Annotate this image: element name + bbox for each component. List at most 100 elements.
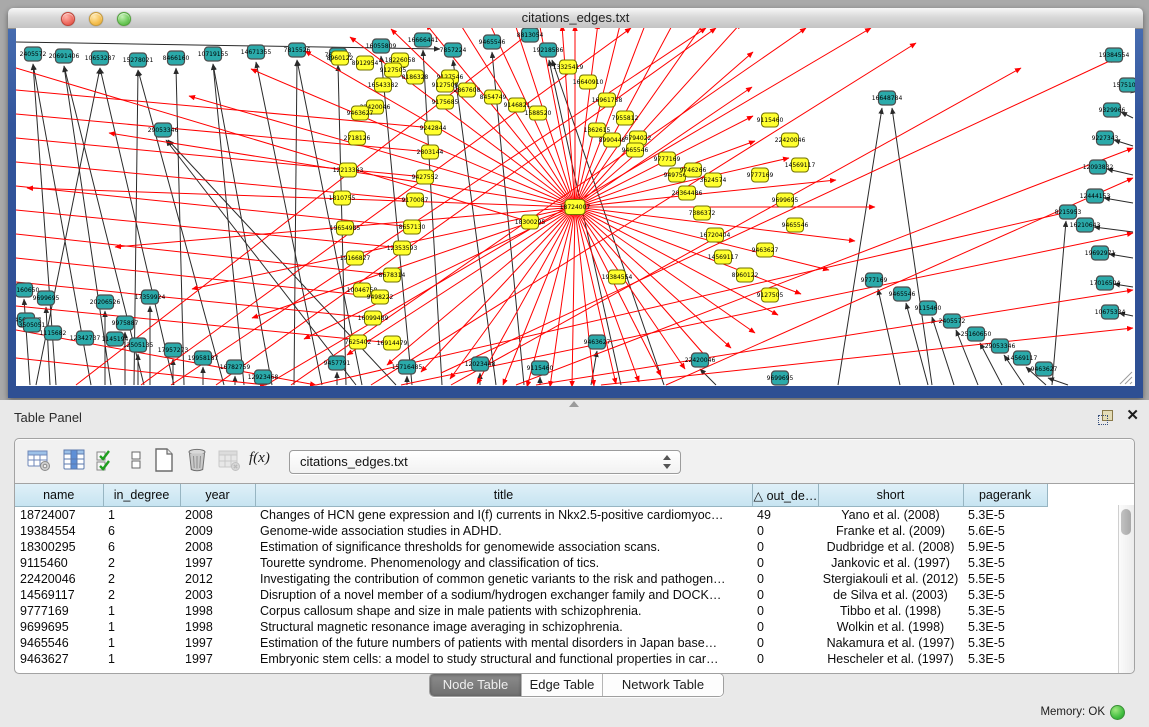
graph-node[interactable]: 16099489 [358,311,389,325]
tab-network-table[interactable]: Network Table [603,674,723,696]
graph-node[interactable]: 19384554 [602,270,633,284]
column-header-name[interactable]: name [15,484,103,507]
table-row[interactable]: 946554611997Estimation of the future num… [15,635,1119,651]
table-row[interactable]: 1872400712008Changes of HCN gene express… [15,507,1119,524]
table-cell[interactable]: 18300295 [15,539,103,555]
graph-node[interactable]: 2718126 [344,131,371,145]
table-cell[interactable]: Estimation of the future numbers of pati… [255,635,752,651]
table-cell[interactable]: Changes of HCN gene expression and I(f) … [255,507,752,524]
graph-node[interactable]: 9777169 [747,168,774,182]
table-cell[interactable]: Jankovic et al. (1997) [818,555,963,571]
graph-node[interactable]: 15751074 [1113,78,1135,92]
table-cell[interactable]: 2008 [180,539,255,555]
graph-node[interactable]: 17359924 [135,290,166,304]
graph-node[interactable]: 12353593 [387,241,418,255]
select-all-rows-icon[interactable] [94,447,122,475]
table-cell[interactable]: 2009 [180,523,255,539]
graph-node[interactable]: 15716485 [392,360,423,374]
table-cell[interactable]: 1998 [180,619,255,635]
graph-node[interactable]: 9463627 [584,335,611,349]
table-vertical-scrollbar[interactable] [1118,505,1134,673]
delete-rows-icon[interactable] [184,447,212,475]
graph-node[interactable]: 20206526 [90,295,121,309]
table-cell[interactable]: 5.3E-5 [963,587,1047,603]
row-options-icon[interactable] [123,447,151,475]
table-row[interactable]: 969969511998Structural magnetic resonanc… [15,619,1119,635]
table-cell[interactable]: 0 [752,635,818,651]
graph-node[interactable]: 9127505 [757,288,784,302]
table-cell[interactable]: 2012 [180,571,255,587]
graph-node[interactable]: 12444153 [1080,189,1111,203]
graph-node[interactable]: 19692971 [1085,246,1116,260]
graph-node[interactable]: 16666441 [408,33,439,47]
graph-node[interactable]: 1810755 [329,191,356,205]
table-cell[interactable]: 6 [103,539,180,555]
network-canvas[interactable]: 2405572206914061065328715278021846616010… [16,28,1135,386]
table-cell[interactable]: Dudbridge et al. (2008) [818,539,963,555]
graph-node[interactable]: 8960122 [732,268,759,282]
table-cell[interactable]: 5.6E-5 [963,523,1047,539]
table-cell[interactable]: 2 [103,587,180,603]
table-cell[interactable]: 1997 [180,555,255,571]
toggle-columns-icon[interactable] [61,447,89,475]
graph-node[interactable]: 14671355 [241,45,272,59]
function-builder-icon[interactable]: f(x) [249,444,277,472]
graph-node[interactable]: 20364486 [672,186,703,200]
graph-node[interactable]: 10653287 [85,51,116,65]
table-cell[interactable]: 19384554 [15,523,103,539]
table-cell[interactable]: Structural magnetic resonance image aver… [255,619,752,635]
graph-node[interactable]: 13325419 [553,60,584,74]
graph-node[interactable]: 8466160 [163,51,190,65]
table-row[interactable]: 911546021997Tourette syndrome. Phenomeno… [15,555,1119,571]
table-settings-icon[interactable] [26,447,54,475]
table-cell[interactable]: 5.5E-5 [963,571,1047,587]
column-header-title[interactable]: title [255,484,752,507]
graph-node[interactable]: 16210643 [1070,218,1101,232]
graph-node[interactable]: 17957273 [158,343,189,357]
table-cell[interactable]: 9699695 [15,619,103,635]
column-header-pagerank[interactable]: pagerank [963,484,1047,507]
table-cell[interactable]: 5.3E-5 [963,651,1047,667]
table-cell[interactable]: Estimation of significance thresholds fo… [255,539,752,555]
graph-node[interactable]: 16055809 [366,39,397,53]
table-cell[interactable]: Disruption of a novel member of a sodium… [255,587,752,603]
table-cell[interactable]: 14569117 [15,587,103,603]
graph-node[interactable]: 14569117 [785,158,816,172]
table-cell[interactable]: Wolkin et al. (1998) [818,619,963,635]
table-cell[interactable]: 5.3E-5 [963,603,1047,619]
graph-node[interactable]: 20691406 [49,49,80,63]
splitter-handle-icon[interactable] [569,401,579,407]
graph-node[interactable]: 16914479 [377,336,408,350]
graph-node[interactable]: 29053346 [148,123,179,137]
graph-node[interactable]: 19166827 [340,251,371,265]
table-select-dropdown[interactable]: citations_edges.txt [289,450,681,474]
graph-node[interactable]: 8215953 [1055,205,1082,219]
table-cell[interactable]: 0 [752,619,818,635]
table-row[interactable]: 1456911722003Disruption of a novel membe… [15,587,1119,603]
table-cell[interactable]: 5.3E-5 [963,619,1047,635]
graph-node[interactable]: 17016504 [1090,276,1121,290]
table-cell[interactable]: 1 [103,619,180,635]
table-cell[interactable]: Yano et al. (2008) [818,507,963,524]
graph-node[interactable]: 9457791 [324,356,351,370]
node-table-grid[interactable]: namein_degreeyeartitle△ out_de…shortpage… [15,484,1119,667]
graph-node[interactable]: 9227343 [1092,131,1119,145]
scrollbar-thumb[interactable] [1121,509,1131,535]
table-cell[interactable]: Tourette syndrome. Phenomenology and cla… [255,555,752,571]
table-cell[interactable]: Franke et al. (2009) [818,523,963,539]
graph-node[interactable]: 19384554 [1099,48,1130,62]
table-row[interactable]: 2242004622012Investigating the contribut… [15,571,1119,587]
resize-grip[interactable] [1120,372,1132,384]
network-window-titlebar[interactable]: citations_edges.txt [8,8,1143,29]
graph-node[interactable]: 9465546 [782,218,809,232]
graph-node[interactable]: 14569117 [1007,351,1038,365]
graph-node[interactable]: 22420046 [775,133,806,147]
graph-node[interactable]: 9465546 [479,35,506,49]
table-cell[interactable]: 0 [752,603,818,619]
table-cell[interactable]: 1 [103,507,180,524]
table-cell[interactable]: 6 [103,523,180,539]
table-cell[interactable]: 2 [103,571,180,587]
table-cell[interactable]: Nakamura et al. (1997) [818,635,963,651]
table-cell[interactable]: 9463627 [15,651,103,667]
table-cell[interactable]: 1 [103,635,180,651]
